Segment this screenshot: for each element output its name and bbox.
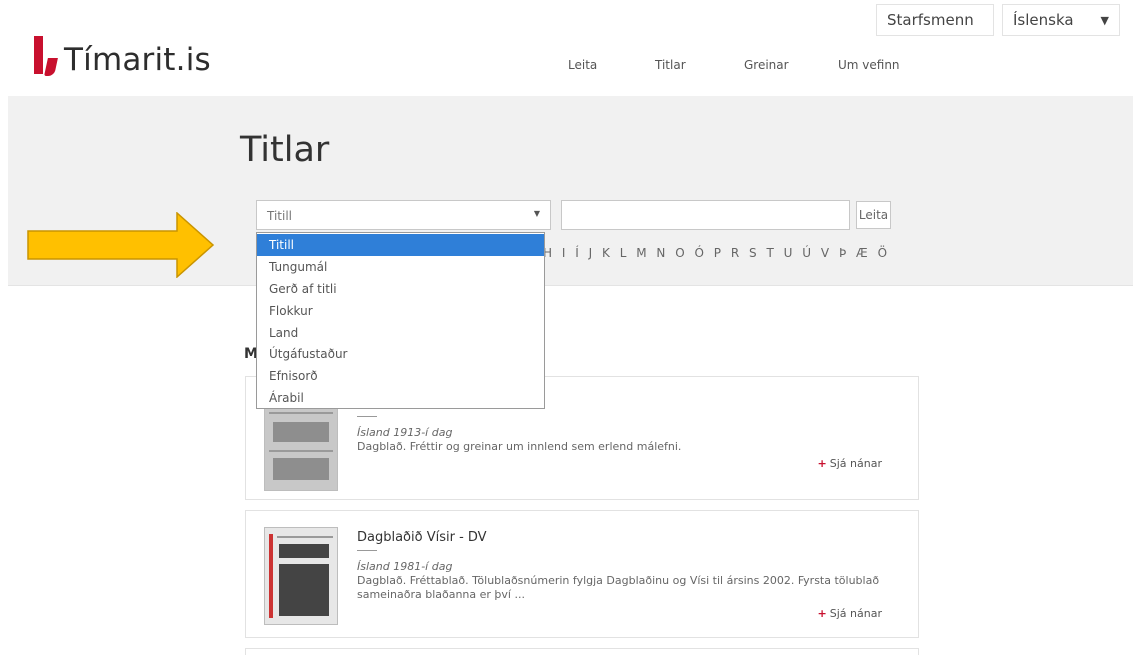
nav-link-greinar[interactable]: Greinar xyxy=(744,58,789,72)
dropdown-option[interactable]: Land xyxy=(257,322,544,344)
alphabet-letter[interactable]: V xyxy=(821,246,830,260)
plus-icon: + xyxy=(817,607,827,620)
alphabet-letter[interactable]: T xyxy=(766,246,774,260)
alphabet-letter[interactable]: Þ xyxy=(839,246,847,260)
alphabet-letter[interactable]: R xyxy=(731,246,740,260)
title-underline xyxy=(357,416,377,417)
search-field-dropdown: Titill Tungumál Gerð af titli Flokkur La… xyxy=(256,232,545,409)
alphabet-letter[interactable]: K xyxy=(602,246,611,260)
see-more-link[interactable]: + Sjá nánar xyxy=(818,457,882,470)
card-description: Dagblað. Fréttir og greinar um innlend s… xyxy=(357,440,682,453)
title-underline xyxy=(357,550,377,551)
search-button[interactable]: Leita xyxy=(856,201,891,229)
dropdown-option[interactable]: Gerð af titli xyxy=(257,278,544,300)
alphabet-letter[interactable]: N xyxy=(656,246,666,260)
card-title[interactable]: Dagblaðið Vísir - DV xyxy=(357,530,487,545)
see-more-label: Sjá nánar xyxy=(829,607,882,620)
alphabet-letter[interactable]: S xyxy=(749,246,758,260)
language-label: Íslenska xyxy=(1013,11,1074,29)
alphabet-letter[interactable]: Ó xyxy=(694,246,704,260)
card-meta: Ísland 1913-í dag xyxy=(357,426,453,439)
result-card[interactable] xyxy=(245,648,919,655)
main-nav: Leita Titlar Greinar Um vefinn xyxy=(0,58,1133,78)
page-title: Titlar xyxy=(240,130,330,170)
alphabet-letter[interactable]: O xyxy=(675,246,685,260)
search-field-select[interactable]: Titill ▼ xyxy=(256,200,551,230)
search-input[interactable] xyxy=(561,200,850,230)
plus-icon: + xyxy=(817,457,827,470)
see-more-label: Sjá nánar xyxy=(829,457,882,470)
alphabet-letter[interactable]: Æ xyxy=(856,246,869,260)
alphabet-letter[interactable]: P xyxy=(714,246,722,260)
alphabet-letter[interactable]: Ú xyxy=(802,246,812,260)
card-meta: Ísland 1981-í dag xyxy=(357,560,453,573)
staff-button[interactable]: Starfsmenn xyxy=(876,4,994,36)
language-select[interactable]: Íslenska ▼ xyxy=(1002,4,1120,36)
dropdown-arrow-icon: ▼ xyxy=(533,209,540,218)
dropdown-option[interactable]: Efnisorð xyxy=(257,365,544,387)
newspaper-thumbnail[interactable] xyxy=(264,527,338,625)
alphabet-letter[interactable]: Ö xyxy=(878,246,888,260)
alphabet-letter[interactable]: Í xyxy=(575,246,580,260)
alphabet-filter: H I Í J K L M N O Ó P R S T U Ú V Þ Æ Ö xyxy=(543,246,892,260)
alphabet-letter[interactable]: I xyxy=(562,246,567,260)
result-card[interactable]: Dagblaðið Vísir - DV Ísland 1981-í dag D… xyxy=(245,510,919,638)
dropdown-option[interactable]: Árabil xyxy=(257,387,544,409)
chevron-down-icon: ▼ xyxy=(1100,13,1109,27)
card-description: Dagblað. Fréttablað. Tölublaðsnúmerin fy… xyxy=(357,574,880,601)
annotation-arrow-icon xyxy=(27,212,215,278)
alphabet-letter[interactable]: M xyxy=(636,246,647,260)
dropdown-option[interactable]: Titill xyxy=(257,234,544,256)
nav-link-leita[interactable]: Leita xyxy=(568,58,597,72)
staff-button-label: Starfsmenn xyxy=(887,11,974,29)
alphabet-letter[interactable]: J xyxy=(589,246,594,260)
see-more-link[interactable]: + Sjá nánar xyxy=(818,607,882,620)
select-value: Titill xyxy=(267,209,293,223)
nav-link-titlar[interactable]: Titlar xyxy=(655,58,686,72)
dropdown-option[interactable]: Flokkur xyxy=(257,300,544,322)
alphabet-letter[interactable]: L xyxy=(620,246,628,260)
nav-link-um-vefinn[interactable]: Um vefinn xyxy=(838,58,900,72)
dropdown-option[interactable]: Tungumál xyxy=(257,256,544,278)
alphabet-letter[interactable]: U xyxy=(784,246,794,260)
dropdown-option[interactable]: Útgáfustaður xyxy=(257,343,544,365)
search-button-label: Leita xyxy=(858,208,889,222)
